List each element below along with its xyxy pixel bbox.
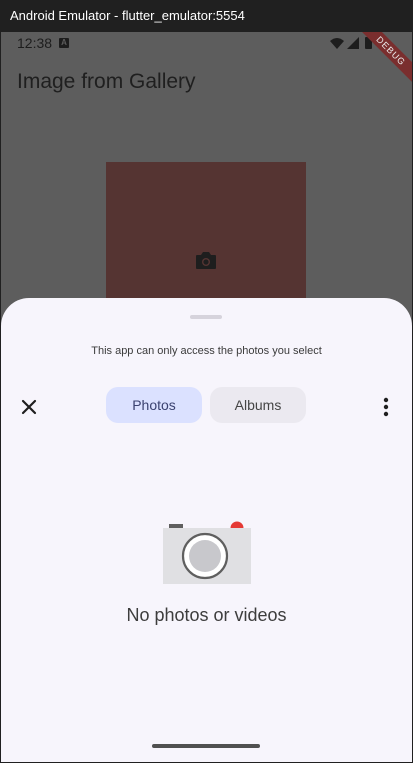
phone-screen: 12:38 A DEBUG Image from Gallery This ap… xyxy=(1,32,412,762)
tab-photos[interactable]: Photos xyxy=(106,387,202,423)
page-title: Image from Gallery xyxy=(17,70,196,93)
access-info-text: This app can only access the photos you … xyxy=(91,345,322,357)
emulator-title-bar: Android Emulator - flutter_emulator:5554 xyxy=(0,0,413,32)
notification-icon: A xyxy=(59,38,69,48)
gesture-nav-bar[interactable] xyxy=(152,744,260,748)
wifi-icon xyxy=(330,38,344,49)
photo-picker-sheet: This app can only access the photos you … xyxy=(1,298,412,762)
close-icon[interactable] xyxy=(15,393,43,421)
camera-icon xyxy=(196,252,216,269)
camera-illustration-icon xyxy=(163,521,251,584)
more-vertical-icon[interactable] xyxy=(376,393,396,421)
status-bar: 12:38 A DEBUG xyxy=(1,32,412,88)
empty-state-message: No photos or videos xyxy=(126,605,287,625)
signal-icon xyxy=(347,37,359,49)
drag-handle[interactable] xyxy=(190,315,222,319)
tab-albums[interactable]: Albums xyxy=(210,387,306,423)
status-time: 12:38 xyxy=(17,35,53,51)
window-title: Android Emulator - flutter_emulator:5554 xyxy=(10,8,245,23)
